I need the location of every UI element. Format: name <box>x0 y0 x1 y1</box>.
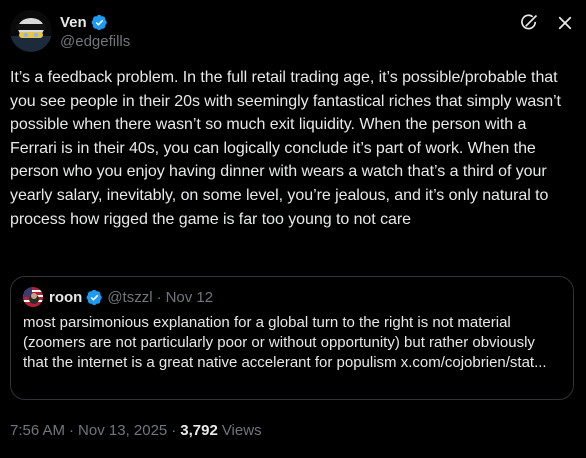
quoted-author-display-name[interactable]: roon <box>49 289 82 306</box>
author-name-row: Ven <box>60 12 130 32</box>
views-count: 3,792 <box>180 422 218 439</box>
quoted-post-header: roon @tszzl · Nov 12 <box>23 287 213 307</box>
verified-badge-icon <box>91 14 108 31</box>
author-handle[interactable]: @edgefills <box>60 33 130 50</box>
avatar-image <box>10 10 52 52</box>
post-date[interactable]: Nov 13, 2025 <box>78 422 167 439</box>
grok-icon[interactable] <box>518 12 540 34</box>
quoted-author-handle[interactable]: @tszzl <box>107 289 152 306</box>
author-avatar[interactable] <box>10 10 52 52</box>
post-meta: 7:56 AM · Nov 13, 2025 · 3,792 Views <box>10 422 262 439</box>
post-text: It’s a feedback problem. In the full ret… <box>10 69 561 228</box>
quoted-post-text: most parsimonious explanation for a glob… <box>23 314 547 371</box>
quoted-post-card[interactable]: roon @tszzl · Nov 12 most parsimonious e… <box>10 276 574 400</box>
author-info: Ven @edgefills <box>60 12 130 51</box>
meta-separator-2: · <box>171 422 177 439</box>
post-actions-top <box>518 12 576 34</box>
views-label: Views <box>221 422 262 439</box>
close-icon[interactable] <box>554 12 576 34</box>
post-card: Ven @edgefills It’s a feedback problem. … <box>0 0 586 458</box>
quoted-verified-badge-icon <box>86 289 103 306</box>
meta-separator: · <box>69 422 75 439</box>
author-display-name[interactable]: Ven <box>60 14 87 31</box>
post-time[interactable]: 7:56 AM <box>10 422 65 439</box>
quoted-separator: · <box>156 288 162 306</box>
quoted-post-date[interactable]: Nov 12 <box>166 289 214 306</box>
quoted-author-avatar[interactable] <box>23 287 43 307</box>
